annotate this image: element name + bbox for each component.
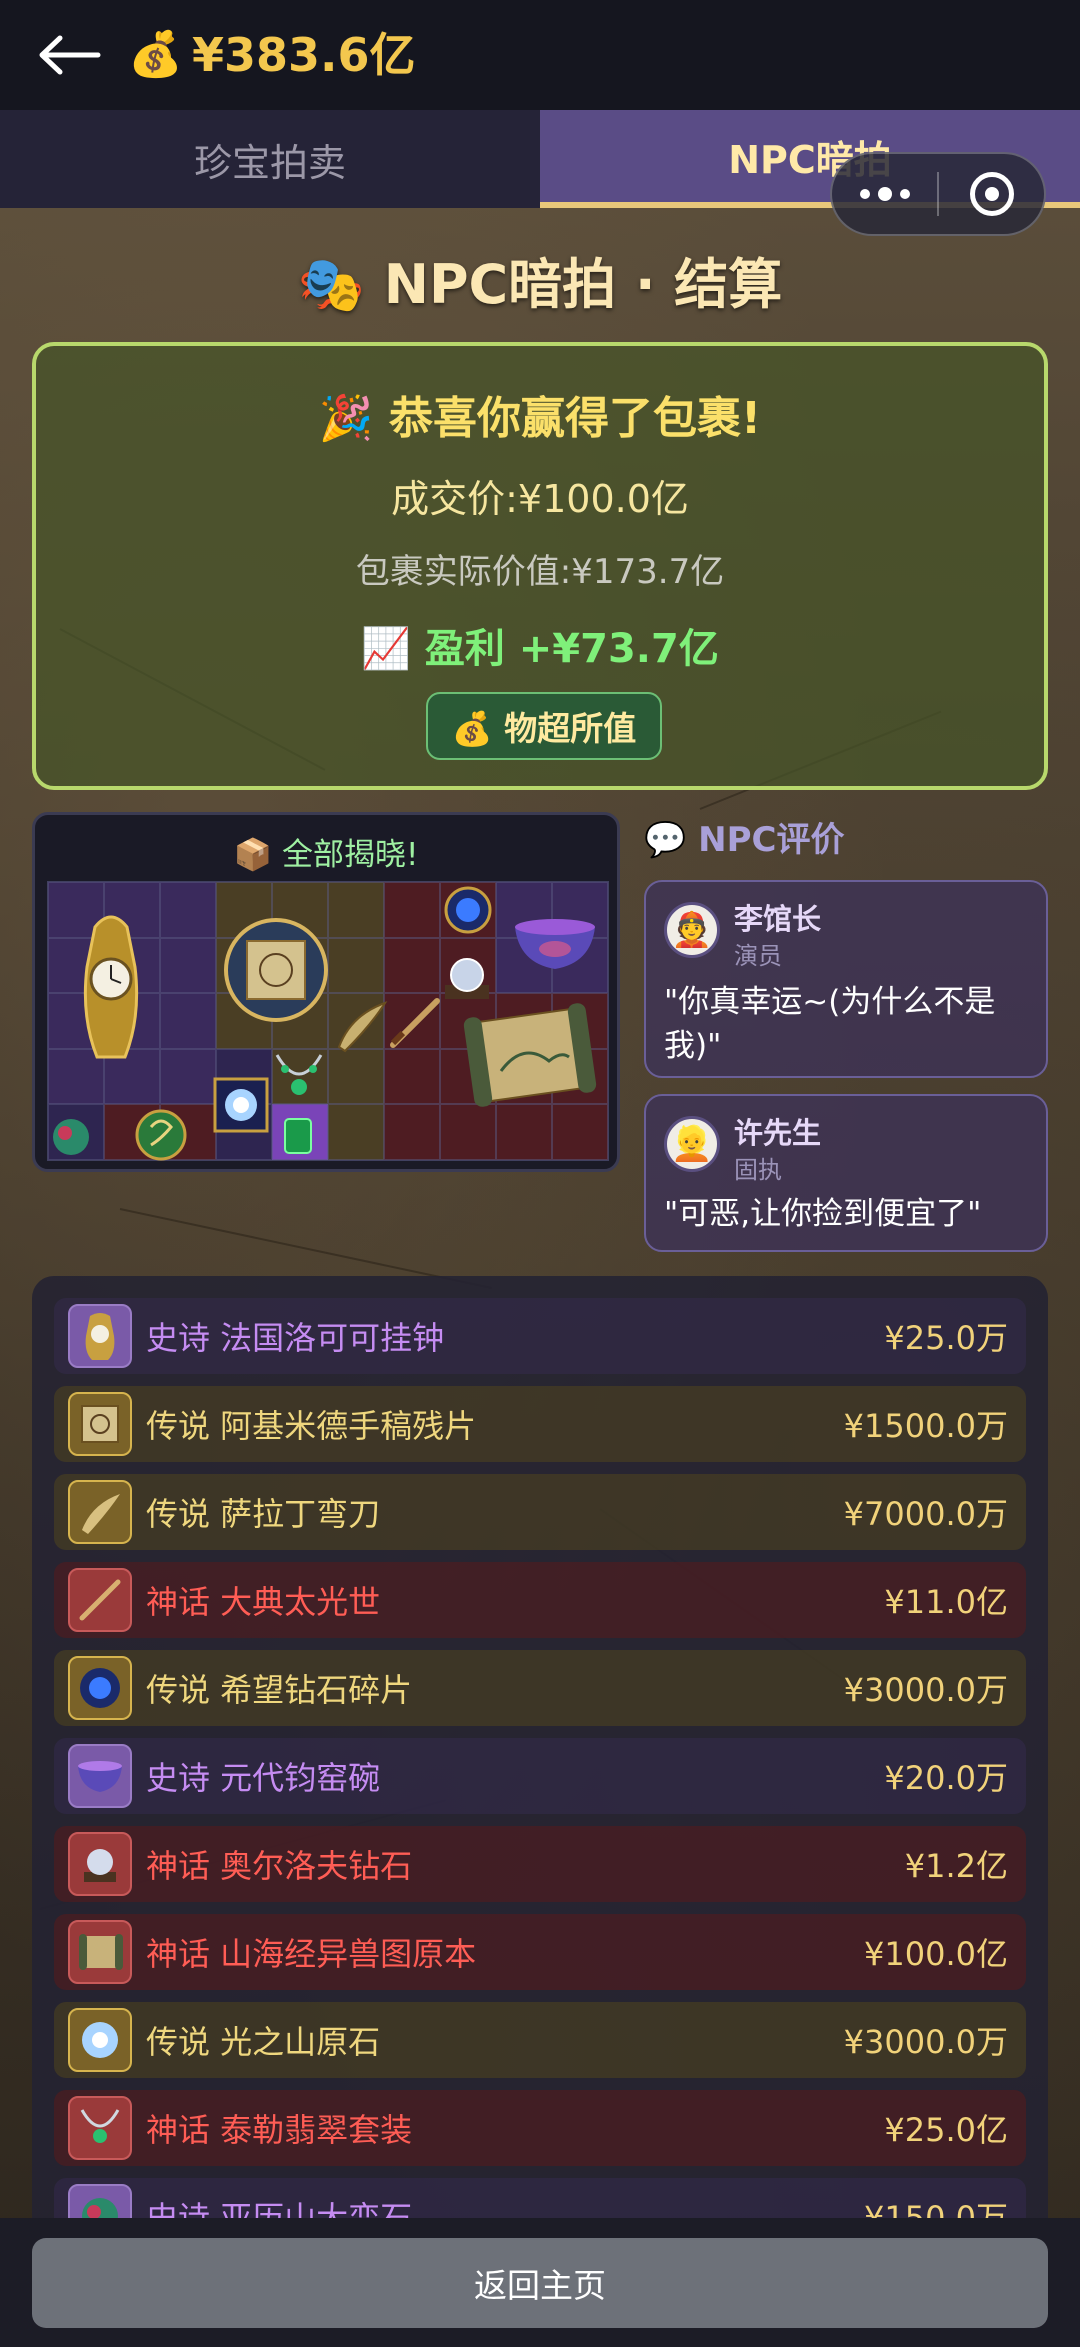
clock-icon: [68, 1304, 132, 1368]
reveal-title: 📦 全部揭晓!: [233, 837, 419, 873]
bottom-bar: 返回主页: [0, 2218, 1080, 2347]
katana-icon: [68, 1568, 132, 1632]
npc-role: 演员: [734, 942, 782, 970]
list-item: 神话 泰勒翡翠套装 ¥25.0亿: [54, 2090, 1026, 2166]
jade-disc-icon: [135, 1109, 187, 1161]
gem-icon: [213, 1077, 269, 1133]
diamond-icon: [445, 958, 489, 999]
npc-comment-card: 👲 李馆长 演员 "你真幸运~(为什么不是我)": [644, 880, 1048, 1078]
tab-treasure-auction[interactable]: 珍宝拍卖: [0, 110, 540, 208]
necklace-icon: [68, 2096, 132, 2160]
npc-quote: "可恶,让你捡到便宜了": [664, 1196, 982, 1232]
avatar: 👱: [664, 1116, 720, 1172]
reveal-panel: 📦 全部揭晓!: [32, 812, 620, 1172]
list-item: 传说 希望钻石碎片 ¥3000.0万: [54, 1650, 1026, 1726]
avatar: 👲: [664, 902, 720, 958]
list-item: 传说 光之山原石 ¥3000.0万: [54, 2002, 1026, 2078]
more-menu-icon[interactable]: [832, 187, 937, 201]
katana-icon: [390, 998, 440, 1048]
list-item: 传说 萨拉丁弯刀 ¥7000.0万: [54, 1474, 1026, 1550]
deal-price: 成交价:¥100.0亿: [391, 477, 689, 521]
list-item: 神话 奥尔洛夫钻石 ¥1.2亿: [54, 1826, 1026, 1902]
return-home-button[interactable]: 返回主页: [32, 2238, 1048, 2328]
npc-quote: "你真幸运~(为什么不是我)": [664, 984, 996, 1064]
back-arrow-icon[interactable]: [34, 28, 104, 82]
npc-comment-card: 👱 许先生 固执 "可恶,让你捡到便宜了": [644, 1094, 1048, 1252]
money-bag-icon: 💰: [128, 29, 183, 80]
npc-role: 固执: [734, 1156, 782, 1184]
item-list: 史诗 法国洛可可挂钟 ¥25.0万 传说 阿基米德手稿残片 ¥1500.0万 传…: [32, 1276, 1048, 2347]
blue-diamond-icon: [68, 1656, 132, 1720]
emerald-icon: [284, 1118, 312, 1154]
npc-section-title: 💬 NPC评价: [644, 820, 845, 860]
scimitar-icon: [68, 1480, 132, 1544]
clock-icon: [83, 915, 139, 1059]
top-bar: 💰 ¥383.6亿: [0, 0, 1080, 110]
profit-text: 📈 盈利 +¥73.7亿: [361, 626, 719, 672]
gem-icon: [68, 2008, 132, 2072]
list-item: 传说 阿基米德手稿残片 ¥1500.0万: [54, 1386, 1026, 1462]
scimitar-icon: [337, 1001, 388, 1053]
bowl-icon: [68, 1744, 132, 1808]
miniprogram-capsule: [830, 152, 1046, 236]
list-item: 神话 大典太光世 ¥11.0亿: [54, 1562, 1026, 1638]
scroll-icon: [463, 1003, 597, 1107]
page-title: 🎭 NPC暗拍 · 结算: [297, 253, 783, 316]
scroll-icon: [68, 1920, 132, 1984]
npc-name: 李馆长: [734, 902, 822, 936]
result-card: 🎉 恭喜你赢得了包裹! 成交价:¥100.0亿 包裹实际价值:¥173.7亿 📈…: [32, 342, 1048, 790]
list-item: 史诗 法国洛可可挂钟 ¥25.0万: [54, 1298, 1026, 1374]
list-item: 神话 山海经异兽图原本 ¥100.0亿: [54, 1914, 1026, 1990]
value-badge: 💰 物超所值: [426, 692, 662, 760]
bowl-icon: [515, 919, 595, 969]
diamond-icon: [68, 1832, 132, 1896]
manuscript-icon: [68, 1392, 132, 1456]
necklace-icon: [275, 1054, 323, 1095]
blue-diamond-icon: [444, 886, 492, 934]
close-target-icon[interactable]: [939, 172, 1044, 216]
real-value: 包裹实际价值:¥173.7亿: [355, 552, 725, 592]
npc-name: 许先生: [734, 1116, 822, 1150]
list-item: 史诗 元代钧窑碗 ¥20.0万: [54, 1738, 1026, 1814]
congrats-text: 🎉 恭喜你赢得了包裹!: [318, 393, 762, 444]
stone-icon: [53, 1119, 89, 1155]
manuscript-icon: [224, 918, 328, 1022]
balance-amount: ¥383.6亿: [192, 28, 416, 82]
